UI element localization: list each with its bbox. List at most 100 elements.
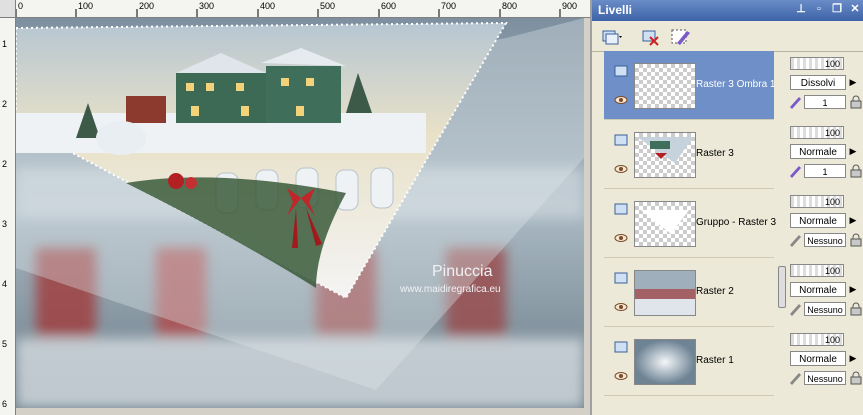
blend-arrow-icon[interactable]: ▶ <box>848 351 858 366</box>
layer-name: Gruppo - Raster 3 <box>696 217 777 228</box>
image-canvas[interactable]: Pinuccia www.maidiregrafica.eu <box>16 18 584 408</box>
ruler-label: 800 <box>502 1 518 11</box>
ruler-label: 100 <box>78 1 94 11</box>
layer-properties: 100 Dissolvi ▶ 1 100 Normale ▶ 1 100 Nor… <box>784 51 863 415</box>
ruler-label: 300 <box>199 1 215 11</box>
visibility-eye-icon[interactable] <box>614 229 628 242</box>
minimize-icon[interactable]: ▫ <box>813 3 825 16</box>
blend-mode-select[interactable]: Normale <box>790 213 846 228</box>
layer-row[interactable]: Raster 2 <box>604 258 774 327</box>
opacity-slider[interactable]: 100 <box>790 333 844 346</box>
brush-icon[interactable] <box>788 233 802 247</box>
panel-titlebar[interactable]: Livelli ⊥ ▫ ❐ ✕ <box>592 0 863 21</box>
ruler-corner <box>0 0 16 18</box>
layer-row[interactable]: Raster 3 <box>604 120 774 189</box>
opacity-slider[interactable]: 100 <box>790 126 844 139</box>
lock-icon[interactable] <box>850 371 862 385</box>
opacity-slider[interactable]: 100 <box>790 264 844 277</box>
layer-row[interactable]: Gruppo - Raster 3 <box>604 189 777 258</box>
ruler-label: 3 <box>2 219 8 229</box>
visibility-eye-icon[interactable] <box>614 298 628 311</box>
ruler-label: 700 <box>441 1 457 11</box>
ruler-label: 5 <box>2 339 8 349</box>
blend-arrow-icon[interactable]: ▶ <box>848 282 858 297</box>
lock-icon[interactable] <box>850 233 862 247</box>
sublayer-field[interactable]: 1 <box>804 95 846 109</box>
ruler-label: 500 <box>320 1 336 11</box>
sublayer-field[interactable]: Nessuno <box>804 371 846 385</box>
blend-arrow-icon[interactable]: ▶ <box>848 144 858 159</box>
canvas-artwork: Pinuccia www.maidiregrafica.eu <box>16 18 584 408</box>
visibility-eye-icon[interactable] <box>614 367 628 380</box>
horizontal-ruler: 0 100 200 300 400 500 600 700 800 900 <box>0 0 590 18</box>
lock-icon[interactable] <box>850 164 862 178</box>
layer-thumbnail <box>634 339 696 385</box>
brush-icon[interactable] <box>788 302 802 316</box>
raster-layer-icon <box>614 341 628 355</box>
vertical-ruler: 1 2 2 3 4 5 6 <box>0 17 16 415</box>
blend-arrow-icon[interactable]: ▶ <box>848 75 858 90</box>
sublayer-field[interactable]: Nessuno <box>804 302 846 316</box>
raster-layer-icon <box>614 272 628 286</box>
lock-icon[interactable] <box>850 95 862 109</box>
layer-thumbnail <box>634 63 696 109</box>
visibility-eye-icon[interactable] <box>614 160 628 173</box>
ruler-label: 4 <box>2 279 8 289</box>
sublayer-field[interactable]: 1 <box>804 164 846 178</box>
new-layer-icon <box>602 30 622 45</box>
layer-thumbnail <box>634 270 696 316</box>
layers-toolbar <box>592 21 863 52</box>
layer-row[interactable]: Raster 1 <box>604 327 774 396</box>
blend-mode-select[interactable]: Normale <box>790 144 846 159</box>
delete-layer-icon <box>642 30 659 46</box>
layer-thumbnail <box>634 201 696 247</box>
delete-layer-button[interactable] <box>638 26 664 48</box>
layer-props-group: 100 Normale ▶ Nessuno <box>784 327 863 395</box>
ruler-label: 2 <box>2 99 8 109</box>
layers-list: Raster 3 Ombra 1 Raster 3 Gruppo - Raste… <box>604 51 777 415</box>
layer-name: Raster 2 <box>696 286 734 297</box>
raster-layer-icon <box>614 134 628 148</box>
ruler-label: 200 <box>139 1 155 11</box>
brush-icon[interactable] <box>788 164 802 178</box>
blend-arrow-icon[interactable]: ▶ <box>848 213 858 228</box>
group-layer-icon <box>614 203 628 217</box>
blend-mode-select[interactable]: Dissolvi <box>790 75 846 90</box>
blend-mode-select[interactable]: Normale <box>790 282 846 297</box>
new-layer-button[interactable] <box>598 26 624 48</box>
opacity-slider[interactable]: 100 <box>790 57 844 70</box>
layers-panel: Livelli ⊥ ▫ ❐ ✕ Raster 3 Ombra 1 Raster … <box>590 0 863 415</box>
panel-title: Livelli <box>598 3 633 17</box>
layer-row[interactable]: Raster 3 Ombra 1 <box>604 51 776 120</box>
visibility-eye-icon[interactable] <box>614 91 628 104</box>
restore-icon[interactable]: ❐ <box>831 3 843 16</box>
sublayer-field[interactable]: Nessuno <box>804 233 846 247</box>
ruler-label: 600 <box>381 1 397 11</box>
ruler-label: 900 <box>562 1 578 11</box>
brush-icon[interactable] <box>788 95 802 109</box>
watermark-url: www.maidiregrafica.eu <box>399 284 501 295</box>
watermark-title: Pinuccia <box>432 263 493 280</box>
horizontal-scrollbar[interactable] <box>16 408 590 415</box>
brush-icon[interactable] <box>788 371 802 385</box>
ruler-label: 400 <box>260 1 276 11</box>
layer-props-group: 100 Normale ▶ Nessuno <box>784 258 863 326</box>
layer-props-group: 100 Dissolvi ▶ 1 <box>784 51 863 119</box>
lock-icon[interactable] <box>850 302 862 316</box>
layer-props-group: 100 Normale ▶ 1 <box>784 120 863 188</box>
pencil-icon <box>671 29 690 45</box>
close-icon[interactable]: ✕ <box>849 3 861 16</box>
ruler-label: 6 <box>2 399 8 409</box>
layer-props-group: 100 Normale ▶ Nessuno <box>784 189 863 257</box>
ruler-label: 1 <box>2 39 8 49</box>
layer-name: Raster 3 <box>696 148 734 159</box>
ruler-label: 2 <box>2 159 8 169</box>
layer-name: Raster 3 Ombra 1 <box>696 79 776 90</box>
opacity-slider[interactable]: 100 <box>790 195 844 208</box>
layer-thumbnail <box>634 132 696 178</box>
pin-icon[interactable]: ⊥ <box>795 3 807 16</box>
ruler-label: 0 <box>18 1 24 11</box>
edit-layer-button[interactable] <box>668 26 694 48</box>
layer-name: Raster 1 <box>696 355 734 366</box>
blend-mode-select[interactable]: Normale <box>790 351 846 366</box>
